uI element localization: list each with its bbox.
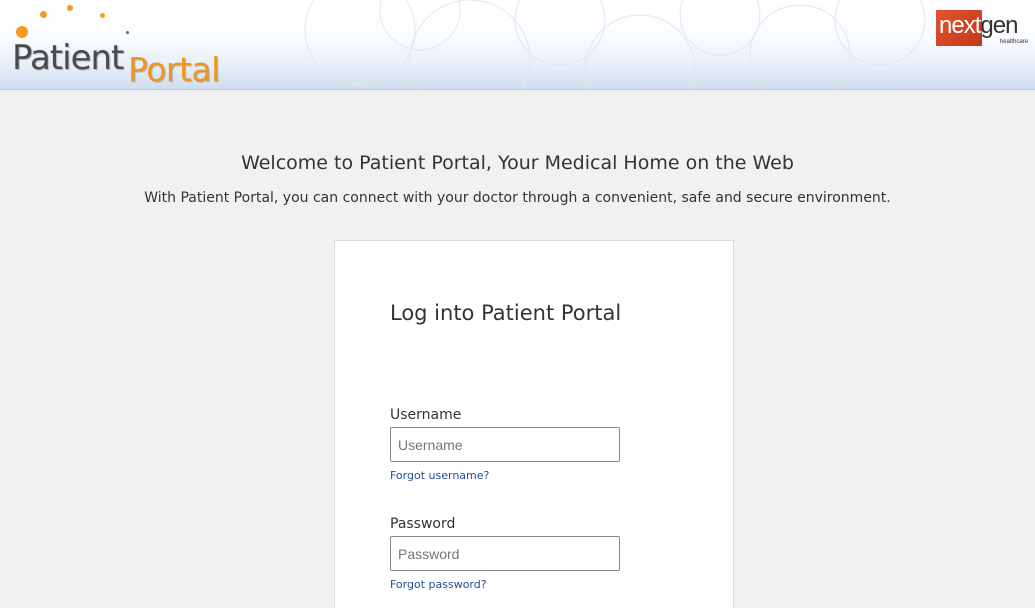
logo-dot: [16, 26, 28, 38]
logo-dot: [126, 31, 129, 34]
patient-portal-logo[interactable]: Patient Portal: [10, 2, 250, 89]
header-banner: Patient Portal nextgen healthcare: [0, 0, 1035, 90]
login-title: Log into Patient Portal: [390, 301, 622, 325]
nextgen-logo-sub: healthcare: [999, 39, 1028, 45]
username-input[interactable]: [390, 427, 620, 462]
nextgen-logo: nextgen healthcare: [936, 8, 1030, 48]
welcome-title: Welcome to Patient Portal, Your Medical …: [241, 152, 794, 174]
logo-dot: [100, 13, 105, 18]
logo-text-portal: Portal: [128, 50, 220, 89]
password-input[interactable]: [390, 536, 620, 571]
logo-dot: [40, 11, 47, 18]
password-label: Password: [390, 516, 456, 532]
nextgen-logo-word-dark: gen: [980, 12, 1018, 39]
forgot-password-link[interactable]: Forgot password?: [390, 578, 487, 591]
logo-text-patient: Patient: [12, 38, 124, 78]
page: Patient Portal nextgen healthcare Welcom…: [0, 0, 1035, 608]
login-card: Log into Patient Portal Username Forgot …: [334, 240, 734, 608]
nextgen-logo-word: nextgen: [939, 12, 1018, 40]
welcome-subtitle: With Patient Portal, you can connect wit…: [144, 190, 891, 206]
nextgen-logo-word-light: next: [939, 12, 981, 39]
logo-dot: [67, 5, 73, 11]
forgot-username-link[interactable]: Forgot username?: [390, 469, 489, 482]
username-label: Username: [390, 407, 462, 423]
